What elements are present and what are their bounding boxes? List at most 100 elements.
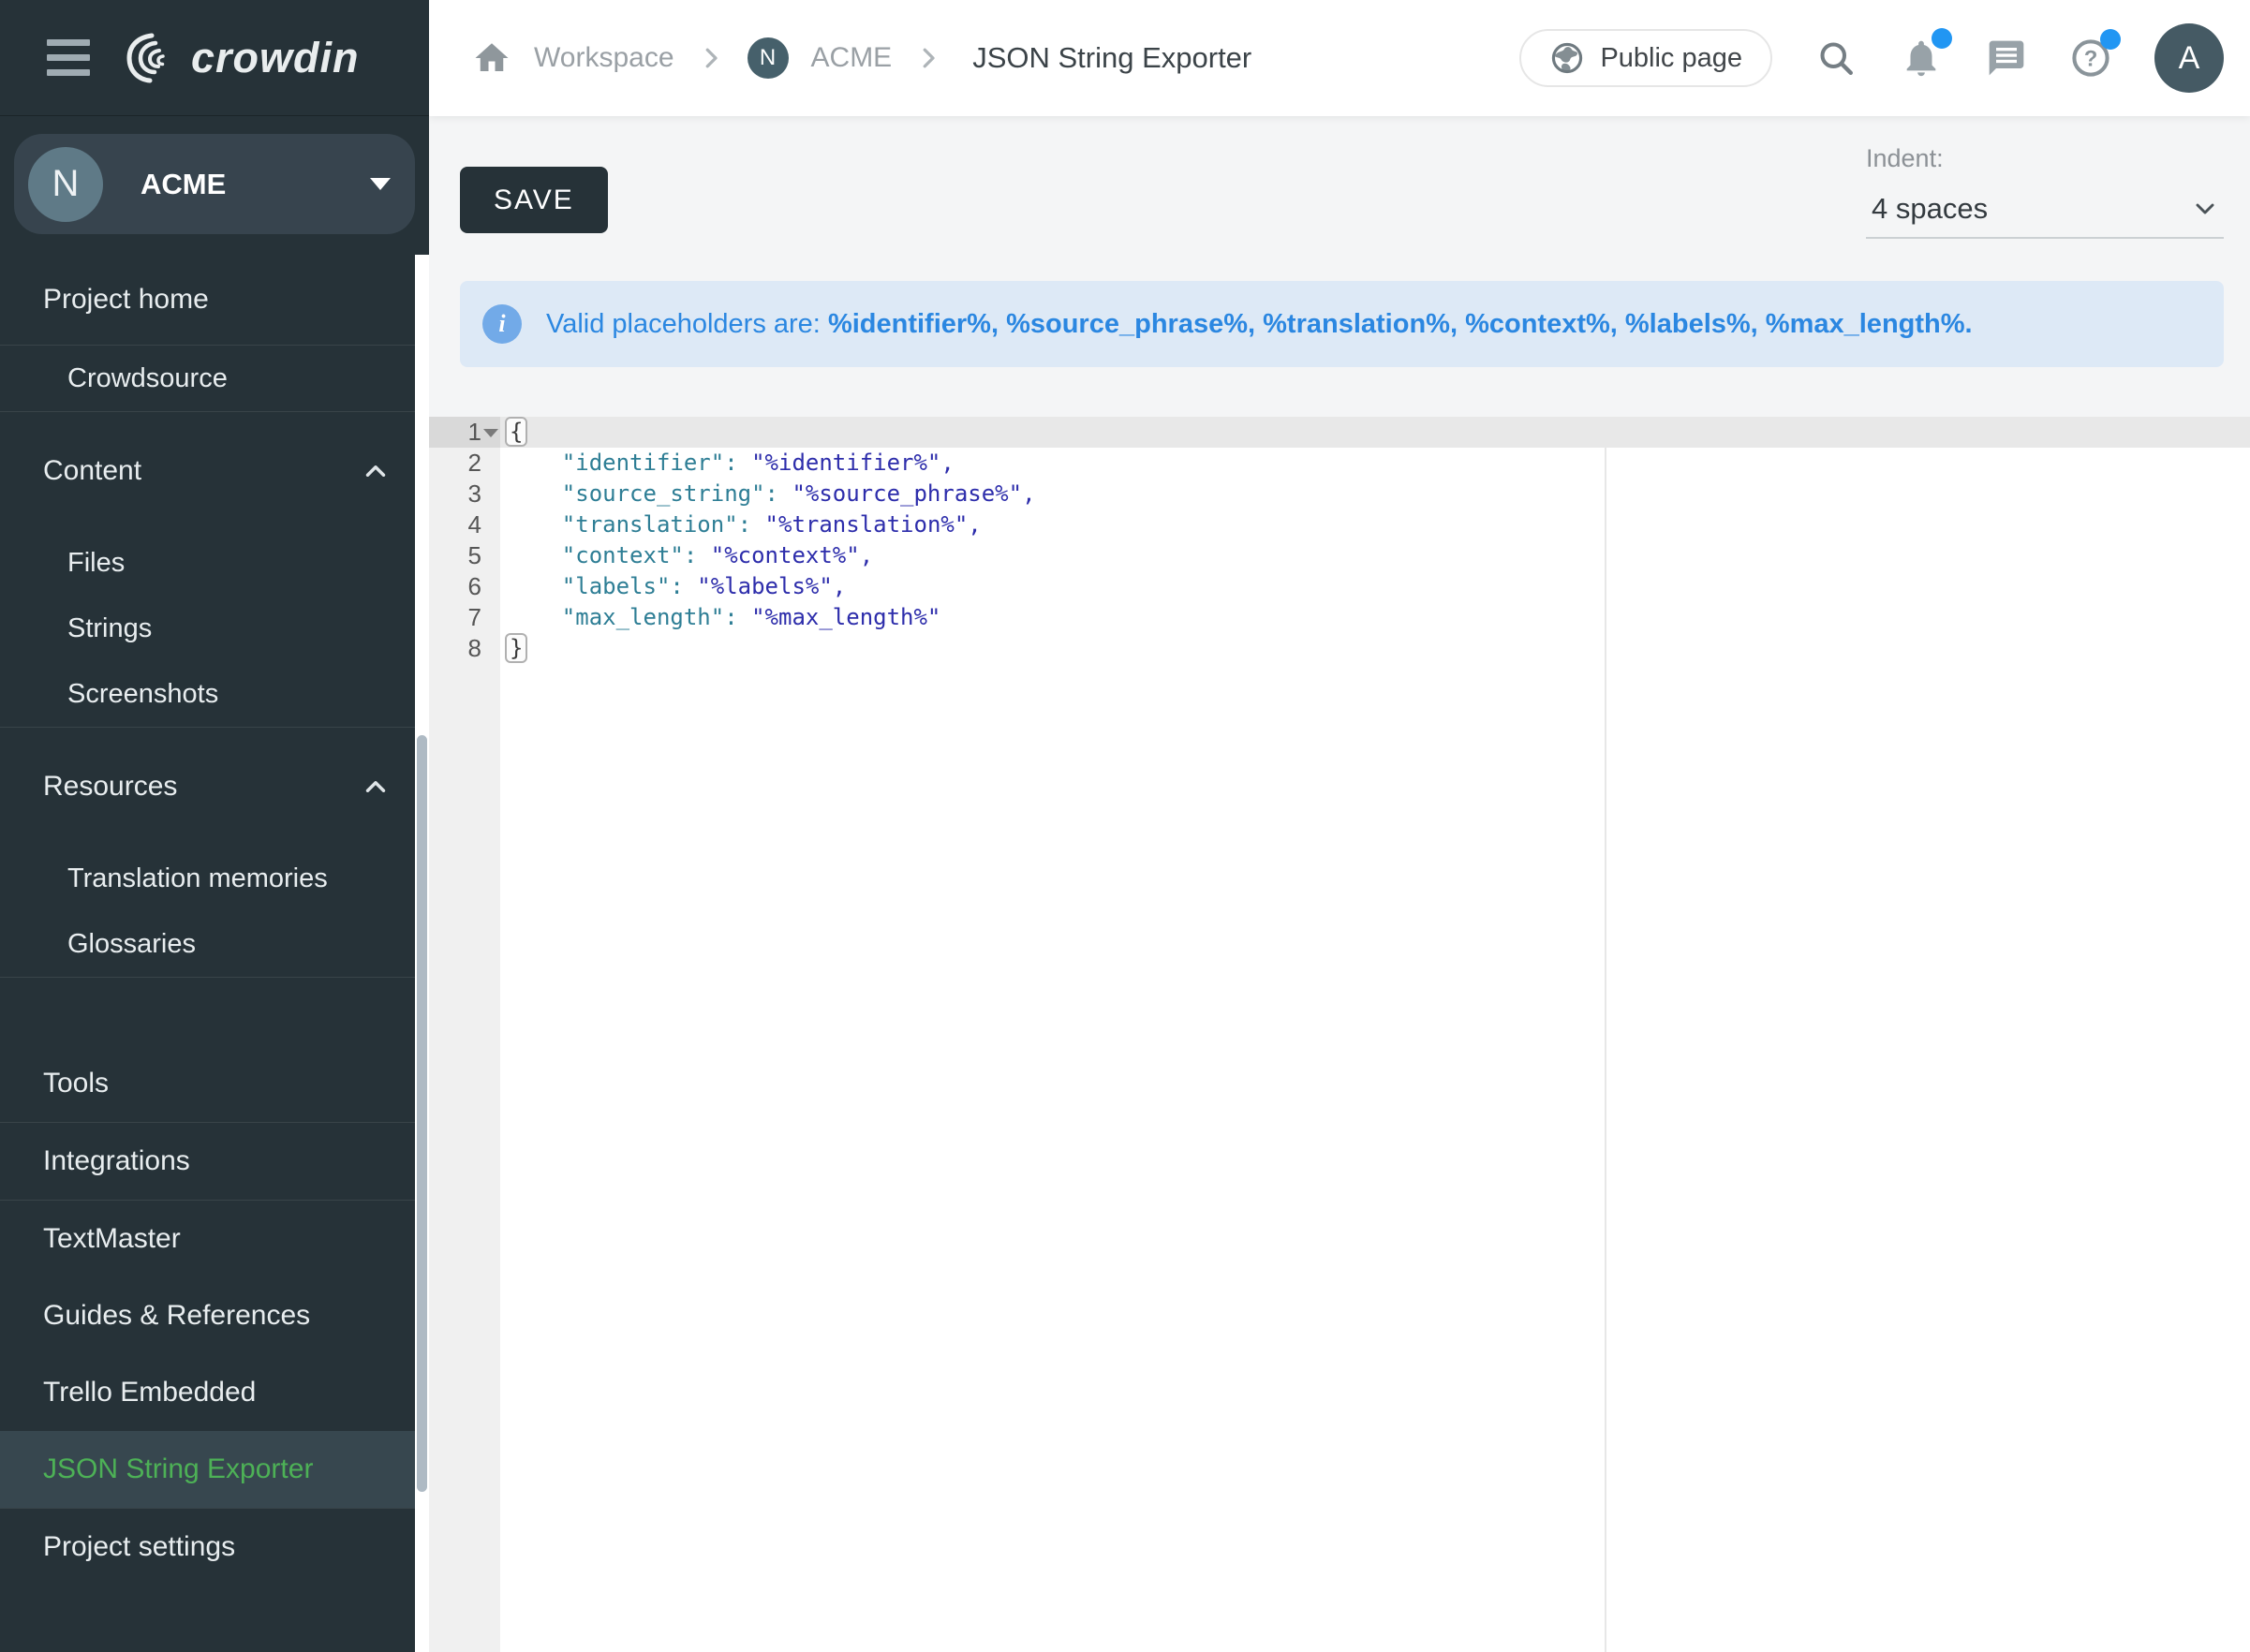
line-number: 2 <box>429 448 500 479</box>
chevron-down-icon <box>2190 194 2220 224</box>
sidebar-item-screenshots[interactable]: Screenshots <box>0 661 429 727</box>
crowdin-logo[interactable]: crowdin <box>124 28 360 88</box>
project-name: ACME <box>141 168 370 201</box>
breadcrumb-workspace[interactable]: Workspace <box>534 42 674 74</box>
json-key-token: "translation": <box>562 511 751 538</box>
json-key-token: "max_length": <box>562 604 738 630</box>
chevron-right-icon <box>697 44 725 72</box>
notifications-button[interactable] <box>1900 37 1943 80</box>
sidebar-item-textmaster[interactable]: TextMaster <box>0 1201 429 1277</box>
sidebar-scrollbar-track[interactable] <box>415 255 429 1652</box>
sidebar-item-project-settings[interactable]: Project settings <box>0 1509 429 1586</box>
plain-token <box>508 604 562 630</box>
line-number: 5 <box>429 540 500 571</box>
search-button[interactable] <box>1815 37 1857 79</box>
indent-select[interactable]: 4 spaces <box>1866 192 2224 239</box>
chevron-up-icon <box>360 455 392 487</box>
json-key-token: "identifier": <box>562 450 738 476</box>
breadcrumb: Workspace N ACME JSON String Exporter <box>472 37 1519 79</box>
editor-line[interactable]: 8} <box>429 633 2250 664</box>
editor-line[interactable]: 3 "source_string": "%source_phrase%", <box>429 479 2250 509</box>
sidebar-item-label: Screenshots <box>67 679 218 710</box>
breadcrumb-project-badge: N <box>748 37 789 79</box>
editor-line[interactable]: 4 "translation": "%translation%", <box>429 509 2250 540</box>
json-value-token: "%identifier%", <box>751 450 955 476</box>
editor-line[interactable]: 6 "labels": "%labels%", <box>429 571 2250 602</box>
crowdin-mark-icon <box>124 28 184 88</box>
sidebar-scrollbar-thumb[interactable] <box>417 735 427 1492</box>
sidebar-item-resources[interactable]: Resources <box>0 728 429 846</box>
topbar: Workspace N ACME JSON String Exporter Pu… <box>429 0 2250 116</box>
help-dot <box>2100 29 2121 50</box>
editor-line[interactable]: 7 "max_length": "%max_length%" <box>429 602 2250 633</box>
sidebar-item-label: JSON String Exporter <box>43 1453 313 1485</box>
editor-line[interactable]: 5 "context": "%context%", <box>429 540 2250 571</box>
placeholder-token: %max_length%. <box>1766 309 1973 339</box>
plain-token <box>697 542 710 568</box>
indent-label: Indent: <box>1866 144 2224 173</box>
json-key-token: "source_string": <box>562 480 778 507</box>
search-icon <box>1815 37 1857 79</box>
code-line-text: "translation": "%translation%", <box>500 509 982 540</box>
sidebar: crowdin N ACME Project home Crowdsource Co… <box>0 0 429 1652</box>
code-line-text: "identifier": "%identifier%", <box>500 448 955 479</box>
code-line-text: "context": "%context%", <box>500 540 873 571</box>
sidebar-item-label: Guides & References <box>43 1300 310 1332</box>
editor-line[interactable]: 1{ <box>429 417 2250 448</box>
placeholder-token: %labels%, <box>1625 309 1758 339</box>
line-number: 7 <box>429 602 500 633</box>
sidebar-item-glossaries[interactable]: Glossaries <box>0 911 429 977</box>
code-line-text: { <box>500 417 523 448</box>
plain-token <box>508 511 562 538</box>
sidebar-item-label: Project settings <box>43 1531 235 1563</box>
project-selector[interactable]: N ACME <box>14 134 415 234</box>
editor-line[interactable]: 2 "identifier": "%identifier%", <box>429 448 2250 479</box>
sidebar-item-label: Project home <box>43 284 209 316</box>
sidebar-item-json-string-exporter[interactable]: JSON String Exporter <box>0 1431 429 1508</box>
globe-icon <box>1549 40 1585 76</box>
json-value-token: "%translation%", <box>765 511 982 538</box>
sidebar-item-integrations[interactable]: Integrations <box>0 1123 429 1200</box>
page-title: JSON String Exporter <box>972 41 1251 75</box>
sidebar-item-crowdsource[interactable]: Crowdsource <box>0 346 429 411</box>
code-line-text: } <box>500 633 523 664</box>
sidebar-item-label: Crowdsource <box>67 363 228 394</box>
user-avatar[interactable]: A <box>2154 23 2224 93</box>
breadcrumb-project[interactable]: ACME <box>811 42 893 74</box>
home-icon[interactable] <box>472 38 511 78</box>
save-button[interactable]: SAVE <box>460 167 608 233</box>
fold-caret-icon[interactable] <box>483 429 498 437</box>
sidebar-item-tools[interactable]: Tools <box>0 1045 429 1122</box>
sidebar-item-label: TextMaster <box>43 1223 181 1255</box>
line-number: 4 <box>429 509 500 540</box>
line-number: 3 <box>429 479 500 509</box>
json-key-token: "labels": <box>562 573 684 599</box>
sidebar-item-files[interactable]: Files <box>0 530 429 596</box>
hamburger-menu-icon[interactable] <box>47 39 90 76</box>
sidebar-item-strings[interactable]: Strings <box>0 596 429 661</box>
sidebar-item-label: Translation memories <box>67 863 328 894</box>
public-page-button[interactable]: Public page <box>1519 29 1772 87</box>
caret-down-icon <box>370 178 391 190</box>
info-icon: i <box>482 304 522 344</box>
sidebar-item-content[interactable]: Content <box>0 412 429 530</box>
sidebar-item-project-home[interactable]: Project home <box>0 255 429 345</box>
editor-lines: 1{2 "identifier": "%identifier%",3 "sour… <box>429 417 2250 664</box>
code-line-text: "max_length": "%max_length%" <box>500 602 940 633</box>
plain-token <box>778 480 792 507</box>
sidebar-item-guides-references[interactable]: Guides & References <box>0 1277 429 1354</box>
code-editor[interactable]: 1{2 "identifier": "%identifier%",3 "sour… <box>429 417 2250 1652</box>
plain-token <box>684 573 697 599</box>
plain-token <box>508 480 562 507</box>
indent-value: 4 spaces <box>1872 192 1988 226</box>
messages-button[interactable] <box>1986 37 2027 79</box>
sidebar-item-translation-memories[interactable]: Translation memories <box>0 846 429 911</box>
topbar-actions: Public page <box>1519 23 2224 93</box>
help-button[interactable]: ? <box>2070 37 2111 79</box>
placeholder-token: %identifier%, <box>828 309 999 339</box>
plain-token <box>751 511 764 538</box>
line-number: 1 <box>429 417 500 448</box>
sidebar-item-trello-embedded[interactable]: Trello Embedded <box>0 1354 429 1431</box>
plain-token <box>508 573 562 599</box>
placeholder-token: %translation%, <box>1263 309 1458 339</box>
